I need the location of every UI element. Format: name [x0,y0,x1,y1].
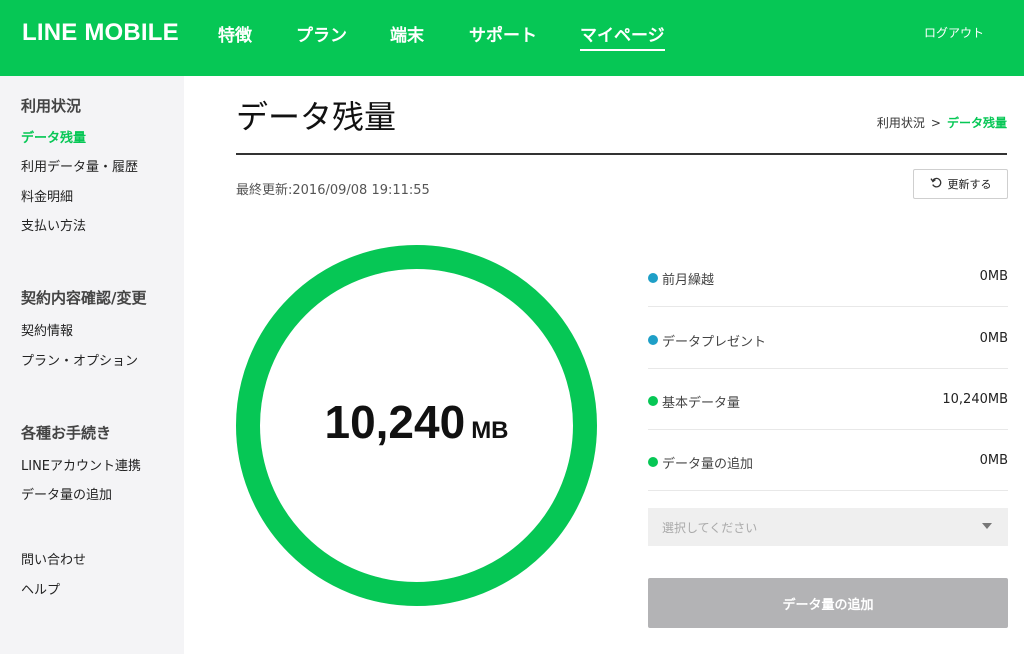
nav-mypage[interactable]: マイページ [580,21,665,51]
refresh-button[interactable]: 更新する [913,169,1008,199]
nav-devices[interactable]: 端末 [390,21,424,46]
breadcrumb-separator: > [930,116,941,130]
sidebar-item-help[interactable]: ヘルプ [21,579,60,598]
sidebar-heading-contract: 契約内容確認/変更 [21,289,147,307]
sidebar-item-line-account-link[interactable]: LINEアカウント連携 [21,455,141,474]
base-data-dot [648,396,658,406]
sidebar-heading-procedures: 各種お手続き [21,424,112,442]
refresh-label: 更新する [947,178,992,191]
added-data-dot [648,457,658,467]
carryover-dot [648,273,658,283]
title-divider [236,153,1007,155]
sidebar-item-billing[interactable]: 料金明細 [21,186,73,205]
sidebar-item-plan-options[interactable]: プラン・オプション [21,350,138,369]
sidebar-heading-usage: 利用状況 [21,97,82,115]
caret-down-icon [982,523,992,529]
line-mobile-logo[interactable]: LINE MOBILE [22,19,179,47]
sidebar-item-contract-info[interactable]: 契約情報 [21,320,73,339]
breadcrumb: 利用状況 > データ残量 [877,114,1007,131]
sidebar-item-data-remaining[interactable]: データ残量 [21,127,86,146]
nav-features[interactable]: 特徴 [218,21,252,46]
nav-plans[interactable]: プラン [296,21,347,46]
base-data-label: 基本データ量 [662,396,741,411]
breakdown-row-base-data: 基本データ量 10,240MB [648,368,1008,430]
carryover-value: 0MB [979,269,1008,284]
data-present-dot [648,335,658,345]
add-data-button[interactable]: データ量の追加 [648,578,1008,628]
gauge-value: 10,240 MB [236,395,597,449]
logout-link[interactable]: ログアウト [924,24,984,41]
sidebar-item-add-data[interactable]: データ量の追加 [21,484,112,503]
gauge-value-unit: MB [471,417,509,444]
sidebar-item-usage-history[interactable]: 利用データ量・履歴 [21,156,138,175]
breadcrumb-current: データ残量 [946,116,1007,130]
breakdown-row-data-present: データプレゼント 0MB [648,307,1008,369]
breakdown-row-added-data: データ量の追加 0MB [648,429,1008,491]
select-placeholder: 選択してください [662,521,758,535]
data-present-label: データプレゼント [662,335,767,350]
sidebar: 利用状況 データ残量 利用データ量・履歴 料金明細 支払い方法 契約内容確認/変… [0,76,184,654]
last-updated-text: 最終更新:2016/09/08 19:11:55 [236,183,430,198]
added-data-label: データ量の追加 [662,457,754,472]
breakdown-row-carryover: 前月繰越 0MB [648,245,1008,307]
page-title: データ残量 [236,98,397,136]
top-header: LINE MOBILE 特徴 プラン 端末 サポート マイページ ログアウト [0,0,1024,76]
nav-support[interactable]: サポート [469,21,537,46]
added-data-value: 0MB [979,453,1008,468]
refresh-icon [929,176,943,192]
sidebar-item-payment-method[interactable]: 支払い方法 [21,215,86,234]
sidebar-item-contact[interactable]: 問い合わせ [21,549,86,568]
base-data-value: 10,240MB [942,392,1008,407]
data-present-value: 0MB [979,331,1008,346]
breadcrumb-parent[interactable]: 利用状況 [877,116,925,130]
gauge-value-number: 10,240 [324,396,466,448]
carryover-label: 前月繰越 [662,273,715,288]
data-amount-select[interactable]: 選択してください [648,508,1008,546]
